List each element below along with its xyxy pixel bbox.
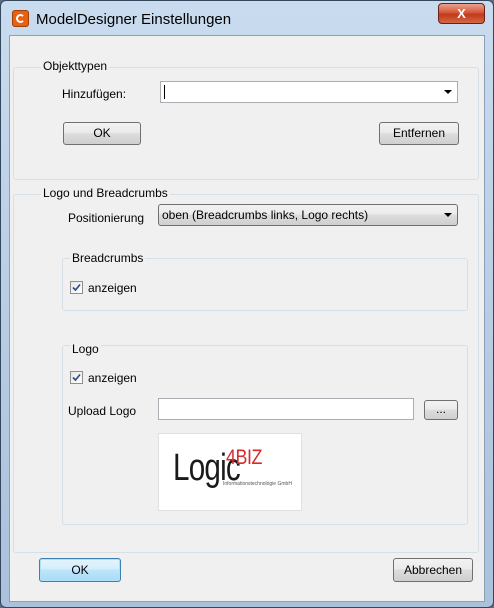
breadcrumbs-show-label[interactable]: anzeigen (88, 281, 137, 295)
position-label: Positionierung (68, 211, 145, 225)
chevron-down-icon[interactable] (444, 213, 452, 217)
breadcrumbs-show-checkbox[interactable] (70, 281, 83, 294)
window-title: ModelDesigner Einstellungen (36, 11, 232, 28)
dialog-content: Objekttypen Hinzufügen: OK Entfernen Log… (9, 35, 485, 602)
group-label-logo-breadcrumbs: Logo und Breadcrumbs (41, 186, 170, 200)
upload-logo-label: Upload Logo (68, 404, 137, 418)
upload-logo-field[interactable] (158, 398, 414, 420)
close-button[interactable]: X (438, 3, 485, 24)
logo-show-checkbox[interactable] (70, 371, 83, 384)
logo-superscript: 4BIZ (226, 446, 263, 469)
group-label-objekttypen: Objekttypen (41, 59, 110, 73)
group-label-breadcrumbs: Breadcrumbs (70, 251, 146, 265)
remove-button[interactable]: Entfernen (379, 122, 459, 145)
checkmark-icon (72, 373, 81, 382)
cancel-button[interactable]: Abbrechen (393, 558, 473, 582)
add-object-type-combobox[interactable] (160, 81, 458, 103)
add-label: Hinzufügen: (62, 87, 127, 101)
ok-button[interactable]: OK (39, 558, 121, 582)
chevron-down-icon[interactable] (444, 90, 452, 94)
text-caret (164, 85, 165, 99)
app-icon (12, 10, 29, 27)
logo-preview: Logic 4BIZ Informationstechnologie GmbH (158, 433, 302, 511)
logo-tagline: Informationstechnologie GmbH (223, 481, 292, 487)
checkmark-icon (72, 283, 81, 292)
position-dropdown[interactable]: oben (Breadcrumbs links, Logo rechts) (158, 204, 458, 226)
browse-button[interactable]: ... (424, 400, 458, 420)
logo-show-label[interactable]: anzeigen (88, 371, 137, 385)
objekttypen-ok-button[interactable]: OK (63, 122, 141, 145)
title-bar[interactable]: ModelDesigner Einstellungen X (1, 1, 493, 35)
settings-dialog: ModelDesigner Einstellungen X Objekttype… (0, 0, 494, 608)
position-value: oben (Breadcrumbs links, Logo rechts) (162, 208, 369, 222)
group-label-logo: Logo (70, 342, 101, 356)
